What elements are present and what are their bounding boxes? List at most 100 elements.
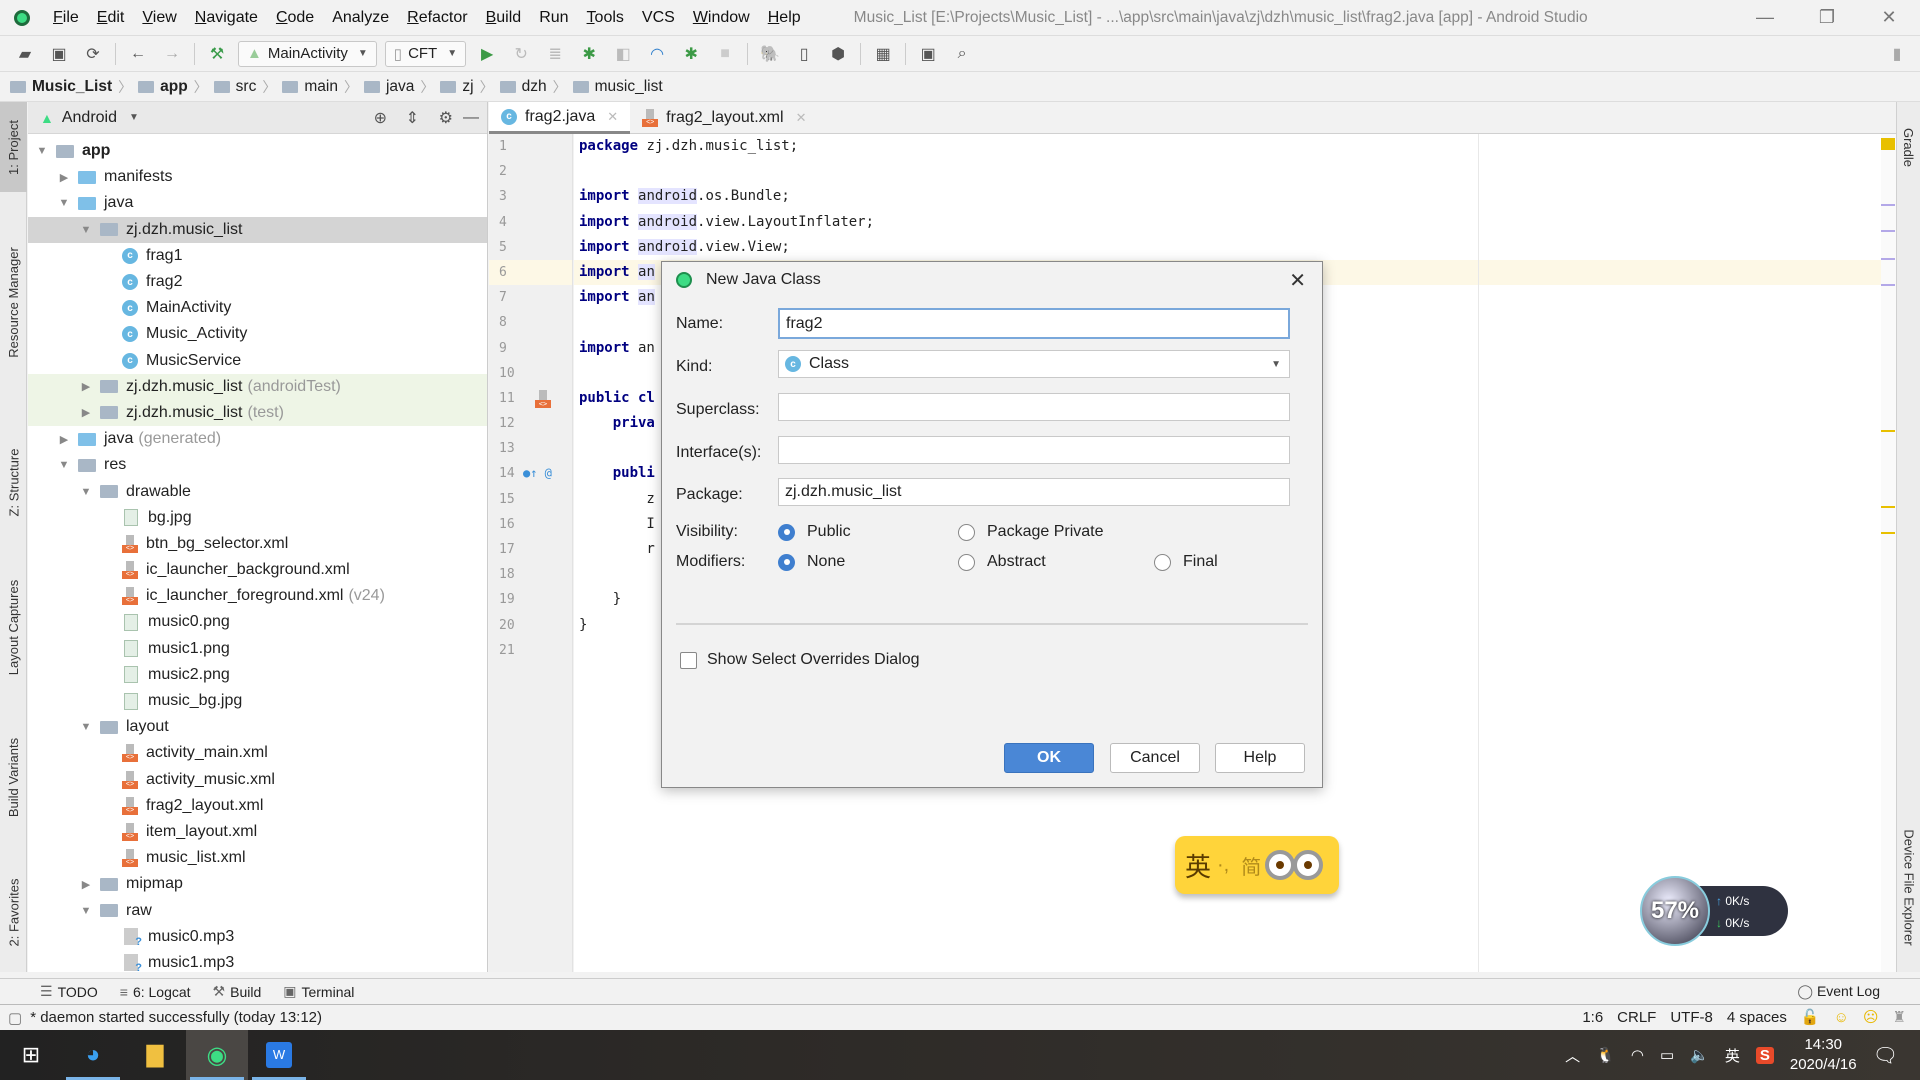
menu-file[interactable]: File [44, 9, 88, 27]
taskbar-app-android-studio[interactable]: ◉ [186, 1030, 248, 1080]
tool-tab-device-file-explorer[interactable]: Device File Explorer [1897, 812, 1920, 962]
project-view-selector[interactable]: Android [62, 109, 117, 127]
tool-tab-resource-manager[interactable]: Resource Manager [0, 232, 27, 372]
usage-marker[interactable] [1881, 258, 1895, 260]
expand-arrow-icon[interactable]: ▼ [78, 224, 94, 236]
hide-icon[interactable]: — [463, 109, 479, 127]
layout-link-icon[interactable] [535, 389, 551, 408]
collapse-arrow-icon[interactable]: ▶ [78, 406, 94, 419]
modifier-none-radio[interactable]: None [778, 553, 845, 571]
line-separator[interactable]: CRLF [1617, 1009, 1656, 1026]
tree-item[interactable]: ic_launcher_background.xml [28, 557, 487, 583]
tree-item[interactable]: ▶ zj.dzh.music_list (androidTest) [28, 373, 487, 400]
editor-tab[interactable]: frag2_layout.xml ✕ [630, 102, 818, 134]
restore-button[interactable]: ❐ [1796, 7, 1858, 28]
tool-tab-structure[interactable]: Z: Structure [0, 432, 27, 532]
tree-item[interactable]: music_bg.jpg [28, 688, 487, 714]
visibility-package-private-radio[interactable]: Package Private [958, 523, 1104, 541]
inspector-icon[interactable]: ♜ [1893, 1008, 1906, 1026]
tree-item[interactable]: c MusicService [28, 348, 487, 374]
collapse-arrow-icon[interactable]: ▶ [78, 380, 94, 393]
usage-marker[interactable] [1881, 230, 1895, 232]
layout-inspector-icon[interactable]: ▣ [915, 41, 941, 67]
menu-navigate[interactable]: Navigate [186, 9, 267, 27]
collapse-arrow-icon[interactable]: ▶ [56, 171, 72, 184]
status-toggle-icon[interactable]: ▢ [8, 1009, 22, 1027]
minimize-button[interactable]: — [1734, 7, 1796, 28]
tree-item[interactable]: c frag1 [28, 243, 487, 269]
override-icon[interactable]: ●↑ @ [523, 461, 552, 486]
gear-icon[interactable]: ⚙ [439, 108, 453, 128]
status-message[interactable]: * daemon started successfully (today 13:… [30, 1009, 322, 1026]
code-line[interactable]: package zj.dzh.music_list; [574, 134, 1881, 159]
code-line[interactable]: import android.os.Bundle; [574, 184, 1881, 209]
expand-arrow-icon[interactable]: ▼ [56, 197, 72, 209]
expand-arrow-icon[interactable]: ▼ [78, 486, 94, 498]
tool-tab-layout-captures[interactable]: Layout Captures [0, 562, 27, 692]
stop-icon[interactable]: ■ [712, 41, 738, 67]
tool-tab-terminal[interactable]: ▣ Terminal [283, 983, 354, 1000]
locate-icon[interactable]: ⊕ [374, 108, 387, 128]
help-button[interactable]: Help [1215, 743, 1305, 773]
collapse-arrow-icon[interactable]: ▶ [56, 433, 72, 446]
tree-item[interactable]: ▶ mipmap [28, 871, 487, 897]
gradle-sync-icon[interactable]: 🐘 [757, 41, 783, 67]
sdk-manager-icon[interactable]: ⬢ [825, 41, 851, 67]
menu-refactor[interactable]: Refactor [398, 9, 476, 27]
modifier-final-radio[interactable]: Final [1154, 553, 1218, 571]
name-input[interactable]: frag2 [778, 308, 1290, 339]
tray-overflow-icon[interactable]: ︿ [1565, 1045, 1580, 1066]
tree-item[interactable]: c Music_Activity [28, 321, 487, 347]
kind-dropdown[interactable]: c Class ▼ [778, 350, 1290, 378]
menu-view[interactable]: View [133, 9, 185, 27]
event-log-button[interactable]: ◯ Event Log [1797, 983, 1880, 1000]
tree-item[interactable]: ▼ java [28, 190, 487, 216]
collapse-all-icon[interactable]: ⇕ [406, 108, 419, 128]
tree-item[interactable]: frag2_layout.xml [28, 793, 487, 819]
caret-position[interactable]: 1:6 [1582, 1009, 1603, 1026]
open-icon[interactable]: ▰ [12, 41, 38, 67]
menu-vcs[interactable]: VCS [633, 9, 684, 27]
frown-icon[interactable]: ☹ [1863, 1008, 1879, 1026]
tree-item[interactable]: ▼ raw [28, 897, 487, 923]
make-icon[interactable]: ⚒ [204, 41, 230, 67]
menu-tools[interactable]: Tools [578, 9, 633, 27]
expand-arrow-icon[interactable]: ▼ [56, 459, 72, 471]
tree-item[interactable]: music2.png [28, 662, 487, 688]
tree-item[interactable]: ▶ zj.dzh.music_list (test) [28, 399, 487, 427]
tree-item[interactable]: item_layout.xml [28, 819, 487, 845]
usage-marker[interactable] [1881, 284, 1895, 286]
visibility-public-radio[interactable]: Public [778, 523, 851, 541]
user-icon[interactable]: ▮ [1884, 41, 1910, 67]
modifier-abstract-radio[interactable]: Abstract [958, 553, 1046, 571]
apply-changes-icon[interactable]: ↻ [508, 41, 534, 67]
breadcrumb-item[interactable]: Music_List [10, 78, 112, 96]
attach-debugger-icon[interactable]: ✱ [678, 41, 704, 67]
lock-icon[interactable]: 🔓 [1801, 1008, 1820, 1026]
input-language[interactable]: 英 [1725, 1045, 1740, 1066]
close-window-button[interactable]: ✕ [1858, 7, 1920, 28]
clock[interactable]: 14:30 2020/4/16 [1790, 1035, 1857, 1075]
tree-item[interactable]: ▼ res [28, 452, 487, 478]
tree-item[interactable]: music_list.xml [28, 845, 487, 871]
taskbar-app-explorer[interactable]: ▇ [124, 1030, 186, 1080]
run-icon[interactable]: ▶ [474, 41, 500, 67]
breadcrumb-item[interactable]: zj [440, 78, 474, 96]
taskbar-app-wps[interactable]: W [248, 1030, 310, 1080]
avd-manager-icon[interactable]: ▯ [791, 41, 817, 67]
close-tab-icon[interactable]: ✕ [607, 109, 618, 125]
ime-status-widget[interactable]: 英 ·, 简 [1175, 836, 1339, 894]
breadcrumb-item[interactable]: app [138, 78, 188, 96]
file-encoding[interactable]: UTF-8 [1670, 1009, 1713, 1026]
network-monitor-widget[interactable]: ↑ 0K/s ↓ 0K/s 57% [1640, 876, 1790, 946]
tree-item[interactable]: music1.mp3 [28, 950, 487, 976]
collapse-arrow-icon[interactable]: ▶ [78, 878, 94, 891]
code-line[interactable]: import android.view.View; [574, 235, 1881, 260]
tree-item[interactable]: ▶ java (generated) [28, 426, 487, 452]
tree-item[interactable]: ic_launcher_foreground.xml(v24) [28, 583, 487, 609]
tool-tab-project[interactable]: 1: Project [0, 102, 27, 192]
wifi-icon[interactable]: ◠ [1631, 1046, 1644, 1064]
tool-tab-logcat[interactable]: ≡ 6: Logcat [120, 984, 191, 1000]
ok-button[interactable]: OK [1004, 743, 1094, 773]
forward-icon[interactable]: → [159, 41, 185, 67]
